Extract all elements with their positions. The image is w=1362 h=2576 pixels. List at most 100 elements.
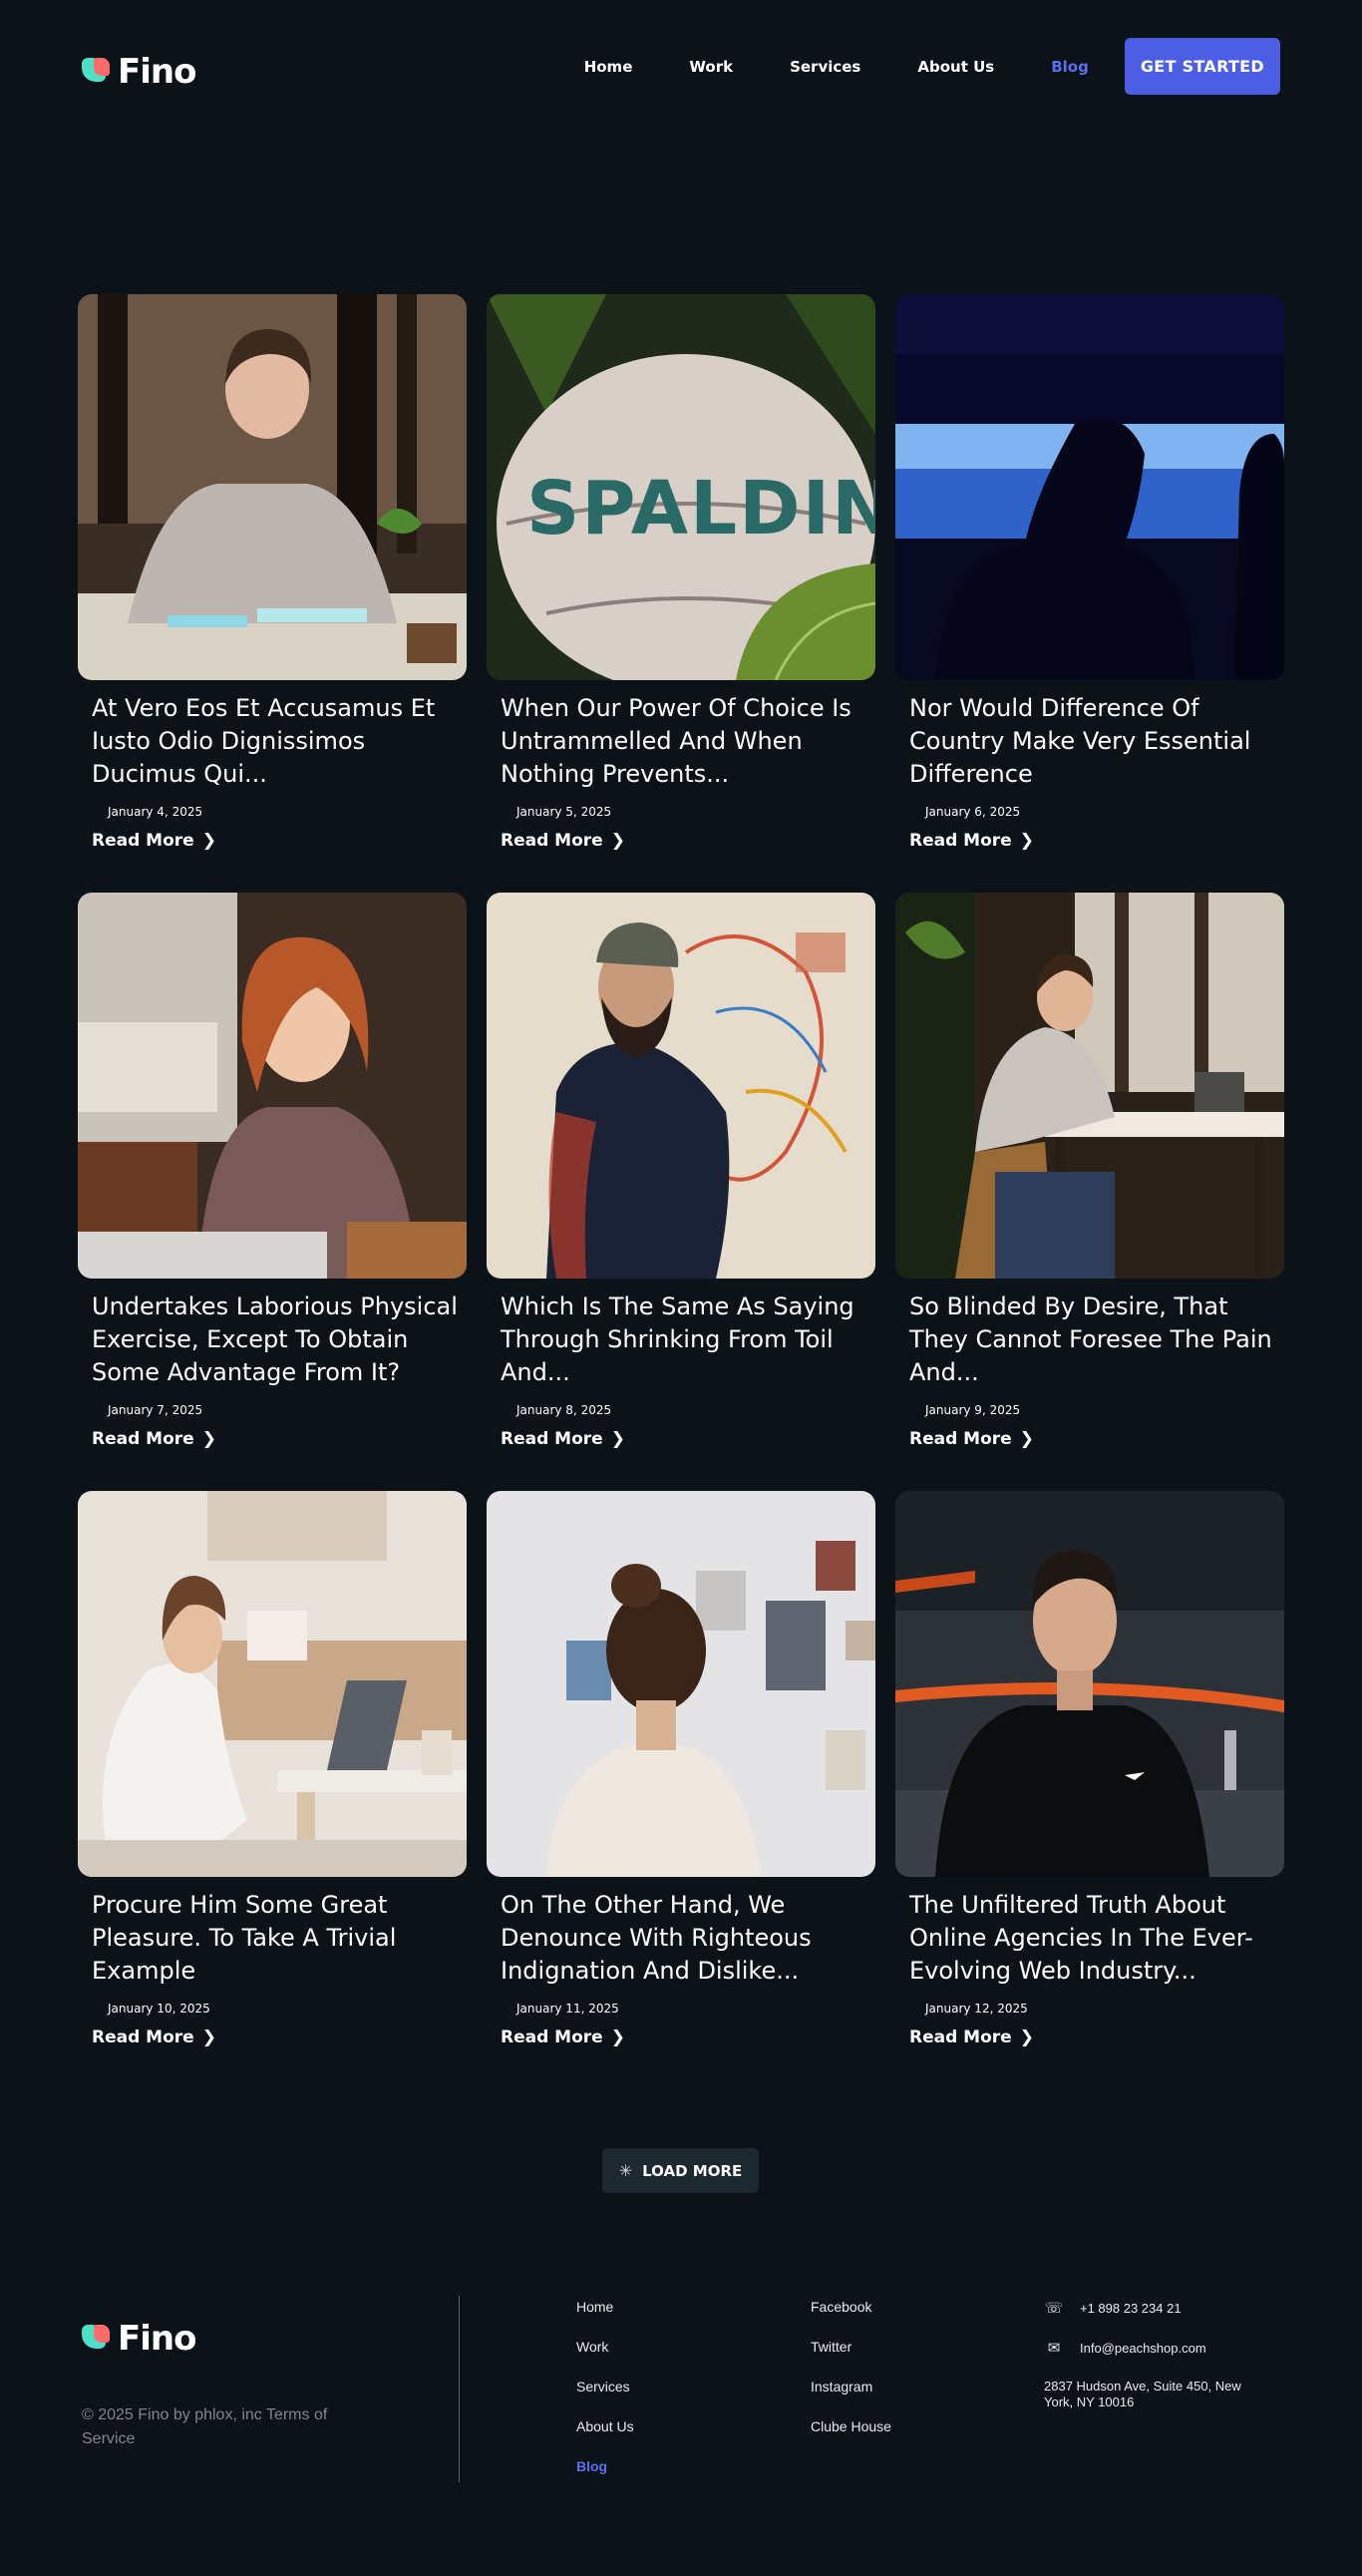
read-more-link[interactable]: Read More ❯ <box>501 1429 625 1449</box>
blog-card: The Unfiltered Truth About Online Agenci… <box>895 1491 1284 2089</box>
logo-mark-icon <box>82 58 110 86</box>
post-title[interactable]: So Blinded By Desire, That They Cannot F… <box>909 1290 1278 1389</box>
read-more-link[interactable]: Read More ❯ <box>909 1429 1034 1449</box>
footer-link-blog[interactable]: Blog <box>576 2458 634 2474</box>
post-date: January 9, 2025 <box>925 1403 1021 1417</box>
post-title[interactable]: The Unfiltered Truth About Online Agenci… <box>909 1889 1278 1988</box>
blog-grid: At Vero Eos Et Accusamus Et Iusto Odio D… <box>78 294 1284 2089</box>
post-image-man-in-black[interactable] <box>895 1491 1284 1877</box>
read-more-label: Read More <box>909 1429 1012 1449</box>
post-date: January 11, 2025 <box>516 2002 619 2016</box>
post-image-woman-drawing[interactable] <box>78 294 467 680</box>
chevron-right-icon: ❯ <box>610 2027 625 2047</box>
blog-card: On The Other Hand, We Denounce With Righ… <box>487 1491 875 2089</box>
copyright-text: © 2025 Fino by phlox, inc Terms of Servi… <box>82 2406 328 2447</box>
footer-link-facebook[interactable]: Facebook <box>811 2299 891 2315</box>
chevron-right-icon: ❯ <box>201 831 216 851</box>
post-image-photo-wall[interactable] <box>487 1491 875 1877</box>
blog-card: At Vero Eos Et Accusamus Et Iusto Odio D… <box>78 294 467 893</box>
contact-email[interactable]: ✉ Info@peachshop.com <box>1044 2339 1283 2357</box>
read-more-link[interactable]: Read More ❯ <box>909 831 1034 851</box>
chevron-right-icon: ❯ <box>1019 831 1034 851</box>
post-title[interactable]: When Our Power Of Choice Is Untrammelled… <box>501 692 869 791</box>
read-more-label: Read More <box>92 831 194 851</box>
read-more-link[interactable]: Read More ❯ <box>501 831 625 851</box>
post-title[interactable]: Nor Would Difference Of Country Make Ver… <box>909 692 1278 791</box>
footer-link-clube-house[interactable]: Clube House <box>811 2418 891 2434</box>
loader-icon: ✳ <box>618 2161 633 2180</box>
read-more-label: Read More <box>909 2027 1012 2047</box>
read-more-link[interactable]: Read More ❯ <box>92 1429 216 1449</box>
contact-phone[interactable]: ☏ +1 898 23 234 21 <box>1044 2299 1283 2317</box>
post-image-woman-writing[interactable] <box>895 893 1284 1279</box>
load-more-button[interactable]: ✳ LOAD MORE <box>602 2148 759 2193</box>
read-more-link[interactable]: Read More ❯ <box>92 831 216 851</box>
nav-services[interactable]: Services <box>790 58 860 76</box>
post-date: January 10, 2025 <box>108 2002 210 2016</box>
post-image-smiling-woman[interactable] <box>78 893 467 1279</box>
main-nav: Home Work Services About Us Blog GET STA… <box>584 38 1280 95</box>
post-image-silhouettes[interactable] <box>895 294 1284 680</box>
post-image-woman-on-floor[interactable] <box>78 1491 467 1877</box>
blog-card: Nor Would Difference Of Country Make Ver… <box>895 294 1284 893</box>
blog-card: Undertakes Laborious Physical Exercise, … <box>78 893 467 1491</box>
blog-card: SPALDING When Our Power Of Choice Is Unt… <box>487 294 875 893</box>
post-date: January 4, 2025 <box>108 805 203 819</box>
read-more-link[interactable]: Read More ❯ <box>92 2027 216 2047</box>
nav-blog[interactable]: Blog <box>1051 58 1089 76</box>
logo-mark-icon <box>82 2325 110 2353</box>
blog-card: Procure Him Some Great Pleasure. To Take… <box>78 1491 467 2089</box>
read-more-label: Read More <box>92 2027 194 2047</box>
chevron-right-icon: ❯ <box>201 2027 216 2047</box>
read-more-label: Read More <box>909 831 1012 851</box>
read-more-label: Read More <box>501 831 603 851</box>
footer-link-services[interactable]: Services <box>576 2379 634 2394</box>
logo-text: Fino <box>118 2319 196 2359</box>
logo-text: Fino <box>118 52 196 92</box>
phone-icon: ☏ <box>1044 2300 1064 2317</box>
site-footer: Fino © 2025 Fino by phlox, inc Terms of … <box>0 2284 1362 2576</box>
footer-link-instagram[interactable]: Instagram <box>811 2379 891 2394</box>
site-header: Fino Home Work Services About Us Blog GE… <box>0 0 1362 135</box>
site-logo[interactable]: Fino <box>82 52 196 92</box>
chevron-right-icon: ❯ <box>1019 1429 1034 1449</box>
post-title[interactable]: Which Is The Same As Saying Through Shri… <box>501 1290 869 1389</box>
nav-home[interactable]: Home <box>584 58 633 76</box>
chevron-right-icon: ❯ <box>610 1429 625 1449</box>
post-title[interactable]: On The Other Hand, We Denounce With Righ… <box>501 1889 869 1988</box>
post-image-mural-painter[interactable] <box>487 893 875 1279</box>
phone-number: +1 898 23 234 21 <box>1080 2300 1182 2316</box>
post-date: January 7, 2025 <box>108 1403 203 1417</box>
footer-contact: ☏ +1 898 23 234 21 ✉ Info@peachshop.com … <box>1044 2299 1283 2410</box>
footer-link-home[interactable]: Home <box>576 2299 634 2315</box>
load-more-label: LOAD MORE <box>642 2161 743 2180</box>
post-date: January 12, 2025 <box>925 2002 1028 2016</box>
get-started-button[interactable]: GET STARTED <box>1124 38 1280 95</box>
nav-about-us[interactable]: About Us <box>917 58 994 76</box>
footer-link-work[interactable]: Work <box>576 2339 634 2355</box>
read-more-link[interactable]: Read More ❯ <box>909 2027 1034 2047</box>
footer-link-twitter[interactable]: Twitter <box>811 2339 891 2355</box>
blog-card: Which Is The Same As Saying Through Shri… <box>487 893 875 1491</box>
post-title[interactable]: Undertakes Laborious Physical Exercise, … <box>92 1290 461 1389</box>
mail-icon: ✉ <box>1047 2340 1061 2357</box>
read-more-label: Read More <box>501 1429 603 1449</box>
blog-card: So Blinded By Desire, That They Cannot F… <box>895 893 1284 1491</box>
contact-address: 2837 Hudson Ave, Suite 450, New York, NY… <box>1044 2379 1241 2409</box>
footer-link-about-us[interactable]: About Us <box>576 2418 634 2434</box>
post-image-basketball[interactable]: SPALDING <box>487 294 875 680</box>
post-date: January 5, 2025 <box>516 805 612 819</box>
nav-work[interactable]: Work <box>689 58 733 76</box>
chevron-right-icon: ❯ <box>201 1429 216 1449</box>
footer-nav-links: Home Work Services About Us Blog <box>576 2299 634 2498</box>
footer-social-links: Facebook Twitter Instagram Clube House <box>811 2299 891 2458</box>
svg-text:SPALDING: SPALDING <box>526 466 875 552</box>
footer-logo[interactable]: Fino <box>82 2319 196 2359</box>
read-more-label: Read More <box>92 1429 194 1449</box>
post-title[interactable]: Procure Him Some Great Pleasure. To Take… <box>92 1889 461 1988</box>
post-title[interactable]: At Vero Eos Et Accusamus Et Iusto Odio D… <box>92 692 461 791</box>
email-address: Info@peachshop.com <box>1080 2340 1206 2356</box>
read-more-link[interactable]: Read More ❯ <box>501 2027 625 2047</box>
chevron-right-icon: ❯ <box>1019 2027 1034 2047</box>
read-more-label: Read More <box>501 2027 603 2047</box>
